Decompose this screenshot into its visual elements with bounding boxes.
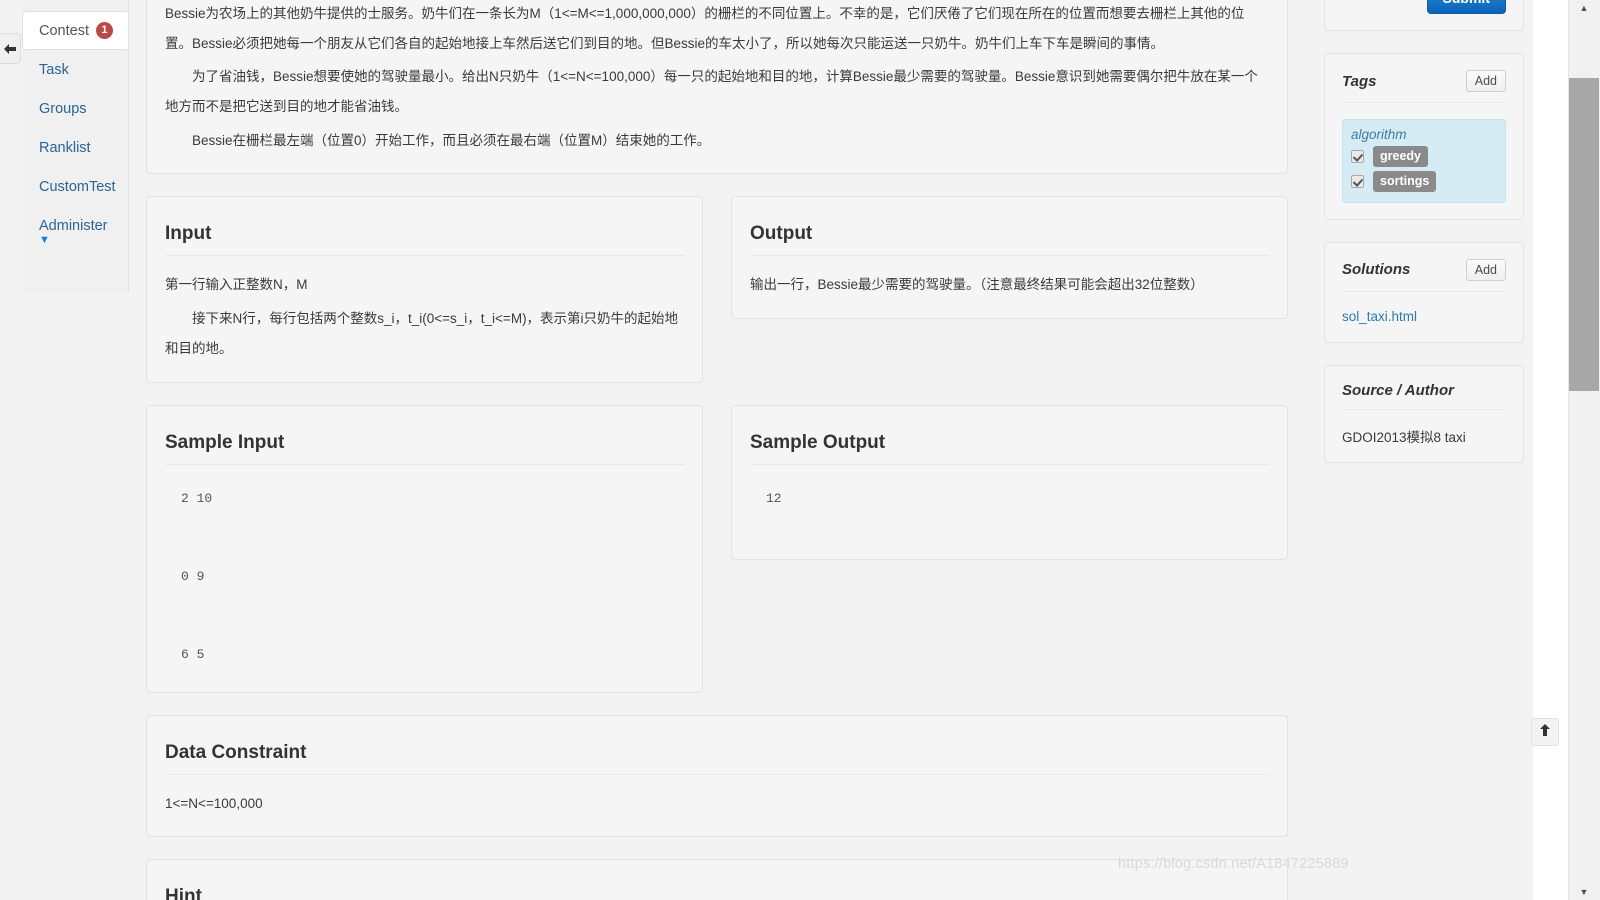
solutions-title: Solutions	[1342, 261, 1411, 279]
description-paragraph: Bessie为农场上的其他奶牛提供的士服务。奶牛们在一条长为M（1<=M<=1,…	[165, 6, 1245, 51]
input-column: Input 第一行输入正整数N，M 接下来N行，每行包括两个整数s_i，t_i(…	[146, 196, 703, 404]
solutions-header: Solutions Add	[1342, 258, 1506, 281]
triangle-down-icon[interactable]: ▼	[1568, 884, 1600, 900]
source-author-panel: Source / Author GDOI2013模拟8 taxi	[1324, 364, 1524, 463]
sample-input-title: Sample Input	[165, 431, 285, 453]
output-column: Output 输出一行，Bessie最少需要的驾驶量。（注意最终结果可能会超出3…	[731, 196, 1288, 404]
divider	[165, 773, 1269, 775]
sidebar-item-label: CustomTest	[39, 178, 116, 195]
hint-title: Hint	[165, 886, 202, 900]
tags-header: Tags Add	[1342, 70, 1506, 92]
divider	[165, 463, 684, 465]
divider	[750, 255, 1269, 257]
problem-description-panel: Bessie为农场上的其他奶牛提供的士服务。奶牛们在一条长为M（1<=M<=1,…	[146, 0, 1288, 175]
description-paragraph: 为了省油钱，Bessie想要使她的驾驶量最小。给出N只奶牛（1<=N<=100,…	[165, 69, 1258, 115]
output-panel: Output 输出一行，Bessie最少需要的驾驶量。（注意最终结果可能会超出3…	[731, 196, 1288, 320]
tag-checkbox[interactable]	[1351, 149, 1364, 163]
browser-scrollbar-thumb[interactable]	[1569, 78, 1599, 391]
add-tag-button[interactable]: Add	[1465, 70, 1506, 92]
sidebar-item-label: Contest	[39, 22, 89, 39]
sidebar-item-label: Task	[39, 61, 69, 78]
input-paragraph: 第一行输入正整数N，M	[165, 277, 308, 293]
sample-output-column: Sample Output 12	[731, 404, 1288, 715]
back-to-top-button[interactable]	[1531, 718, 1559, 746]
triangle-up-icon[interactable]: ▲	[1568, 0, 1600, 16]
sidebar-item-task[interactable]: Task	[23, 50, 128, 89]
submit-button[interactable]: Submit	[1426, 0, 1506, 14]
data-constraint-title: Data Constraint	[165, 741, 307, 763]
problem-content: Bessie为农场上的其他奶牛提供的士服务。奶牛们在一条长为M（1<=M<=1,…	[146, 0, 1288, 900]
statistics-panel: Solved: 90 Submit: 324 Average: 40.11 Su…	[1324, 0, 1524, 31]
tags-panel: Tags Add algorithm greedy sortings	[1324, 53, 1524, 220]
chevron-down-icon[interactable]: ▼	[23, 235, 128, 246]
tag-chip-label[interactable]: sortings	[1373, 170, 1437, 192]
input-paragraph: 接下来N行，每行包括两个整数s_i，t_i(0<=s_i，t_i<=M)，表示第…	[165, 311, 679, 356]
divider	[1342, 102, 1506, 103]
sample-input-code: 2 10 0 9 6 5	[181, 490, 213, 662]
tag-chip-label[interactable]: greedy	[1373, 146, 1428, 167]
io-row: Input 第一行输入正整数N，M 接下来N行，每行包括两个整数s_i，t_i(…	[146, 196, 1288, 404]
source-text: GDOI2013模拟8 taxi	[1342, 429, 1466, 445]
sample-row: Sample Input 2 10 0 9 6 5 Sample Output …	[146, 404, 1288, 715]
data-constraint-text: 1<=N<=100,000	[165, 795, 263, 811]
sidebar-collapse-button[interactable]	[0, 33, 21, 64]
source-title: Source / Author	[1342, 381, 1454, 399]
sidebar-item-label: Administer	[39, 217, 108, 234]
divider	[1342, 290, 1506, 292]
sidebar-item-label: Ranklist	[39, 139, 91, 156]
input-panel: Input 第一行输入正整数N，M 接下来N行，每行包括两个整数s_i，t_i(…	[146, 196, 703, 383]
output-paragraph: 输出一行，Bessie最少需要的驾驶量。（注意最终结果可能会超出32位整数）	[750, 277, 1204, 293]
page-root: Status Contest 1 Task Groups Ranklist Cu…	[0, 0, 1600, 900]
arrow-up-icon	[1539, 723, 1551, 742]
sidebar-item-label: Groups	[39, 100, 87, 117]
source-header: Source / Author	[1342, 382, 1506, 399]
sidebar-item-customtest[interactable]: CustomTest	[23, 167, 128, 206]
divider	[165, 255, 684, 257]
submit-button-row: Submit	[1342, 0, 1506, 14]
sidebar-item-contest[interactable]: Contest 1	[22, 11, 128, 50]
contest-count-badge: 1	[95, 22, 113, 39]
hint-panel: Hint 在长度为10的栅栏上，有两只奶牛需要被运送。第一只想要从位置0（Bes…	[146, 859, 1288, 900]
solutions-panel: Solutions Add sol_taxi.html	[1324, 241, 1524, 343]
tag-item[interactable]: greedy	[1351, 146, 1497, 167]
description-paragraph: Bessie在栅栏最左端（位置0）开始工作，而且必须在最右端（位置M）结束她的工…	[192, 132, 711, 148]
sidebar-item-status[interactable]: Status	[23, 0, 128, 11]
tags-title: Tags	[1342, 72, 1377, 90]
sample-input-column: Sample Input 2 10 0 9 6 5	[146, 404, 703, 715]
sample-input-panel: Sample Input 2 10 0 9 6 5	[146, 404, 703, 693]
solution-link[interactable]: sol_taxi.html	[1342, 309, 1417, 324]
page-right-gutter	[1533, 0, 1568, 900]
tag-group-label: algorithm	[1351, 127, 1407, 142]
arrow-left-icon	[3, 43, 17, 55]
add-solution-button[interactable]: Add	[1465, 258, 1506, 281]
right-sidebar: Solved: 90 Submit: 324 Average: 40.11 Su…	[1324, 0, 1524, 485]
sidebar-item-ranklist[interactable]: Ranklist	[23, 128, 128, 167]
input-panel-title: Input	[165, 223, 212, 245]
tag-checkbox[interactable]	[1351, 174, 1364, 188]
left-navigation: Status Contest 1 Task Groups Ranklist Cu…	[22, 0, 129, 292]
tag-item[interactable]: sortings	[1351, 170, 1497, 192]
sample-output-code: 12	[766, 490, 782, 506]
tag-group-algorithm: algorithm greedy sortings	[1342, 119, 1506, 203]
output-panel-title: Output	[750, 223, 813, 245]
sample-output-title: Sample Output	[750, 431, 886, 453]
sample-output-panel: Sample Output 12	[731, 404, 1288, 560]
divider	[750, 463, 1269, 465]
data-constraint-panel: Data Constraint 1<=N<=100,000	[146, 714, 1288, 838]
sidebar-item-groups[interactable]: Groups	[23, 89, 128, 128]
divider	[1342, 408, 1506, 410]
